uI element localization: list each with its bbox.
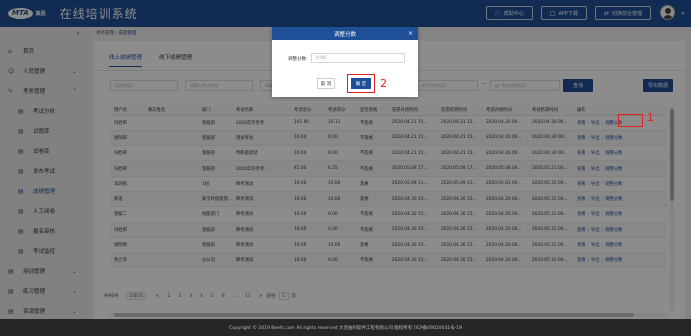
annotation-number-2: 2 (380, 77, 387, 90)
close-icon[interactable]: × (408, 30, 413, 37)
dialog-header: 调整分数 × (272, 27, 418, 40)
footer: Copyright © 2019 Beefs.com All rights re… (0, 319, 691, 336)
cancel-button[interactable]: 取 消 (317, 78, 335, 89)
annotation-number-1: 1 (647, 111, 654, 124)
adjust-score-value: 0.00 (316, 55, 327, 61)
dialog-title: 调整分数 (333, 31, 356, 38)
highlight-box (618, 114, 643, 127)
highlight-box (347, 74, 375, 93)
adjust-score-label: 调整分数: (288, 57, 308, 62)
copyright-text: Copyright © 2019 Beefs.com All rights re… (229, 325, 462, 331)
adjust-score-dialog: 调整分数 × 调整分数: 0.00 取 消 确 定 (272, 27, 418, 97)
app-root: { "header": { "logo_text": "MTA", "logo_… (0, 0, 691, 336)
adjust-score-input[interactable]: 0.00 (311, 53, 405, 63)
